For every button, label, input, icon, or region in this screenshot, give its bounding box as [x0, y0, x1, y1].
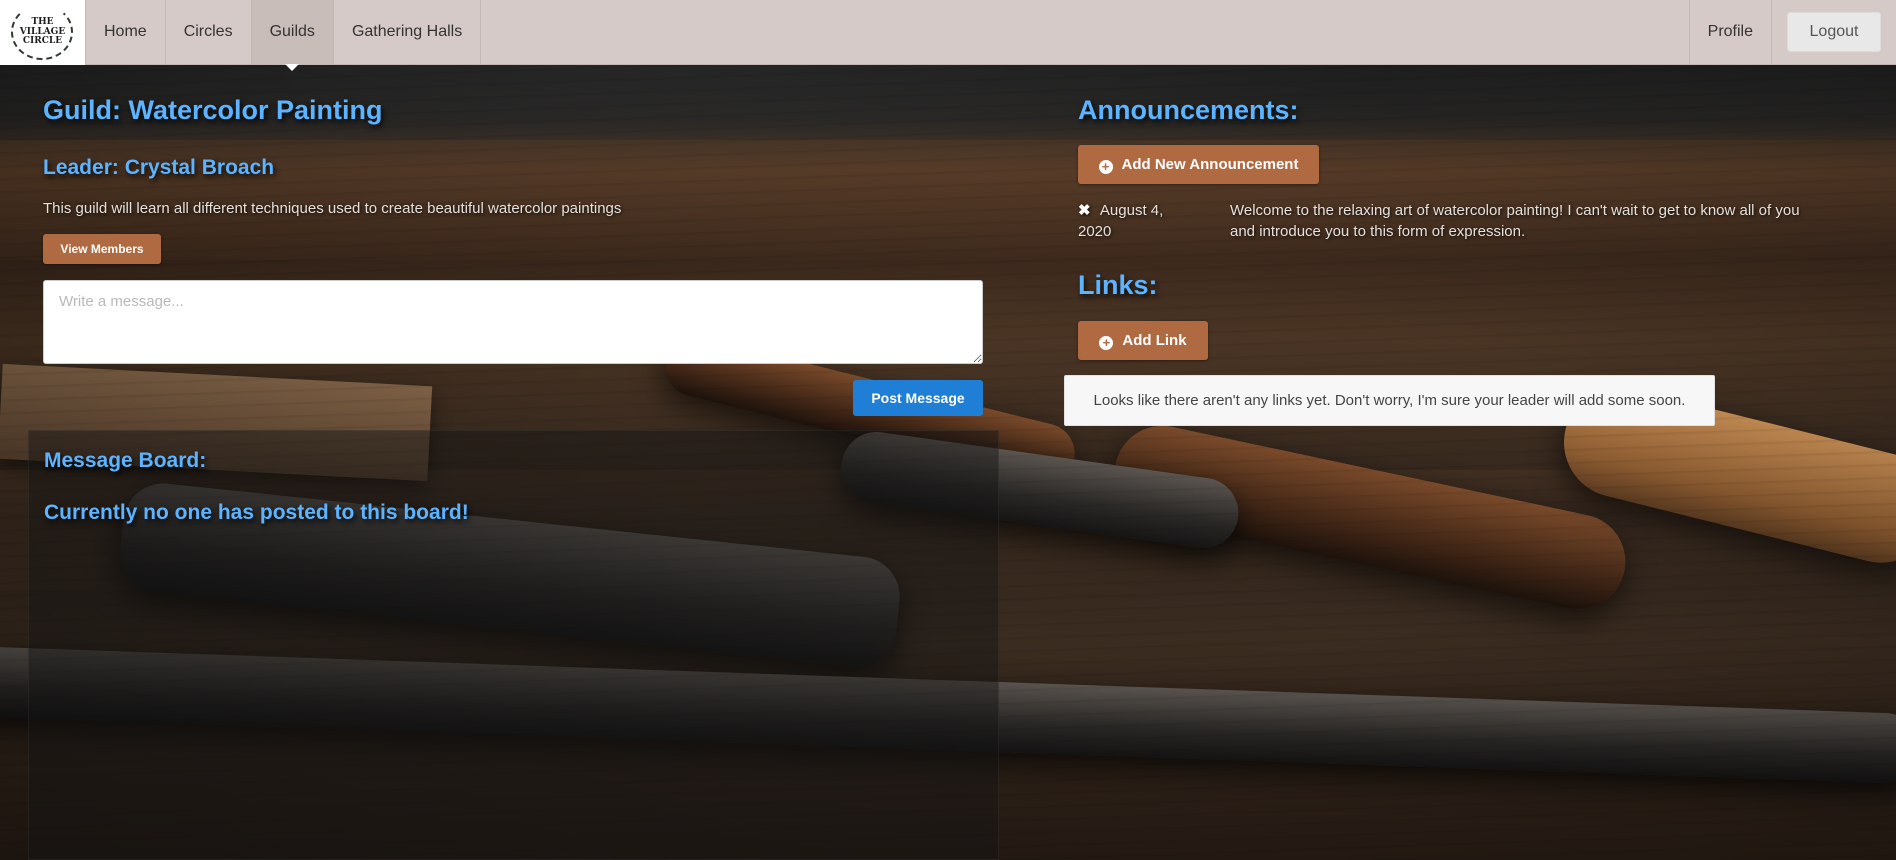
- nav-profile[interactable]: Profile: [1688, 0, 1772, 64]
- post-message-button[interactable]: Post Message: [853, 380, 983, 416]
- logout-button[interactable]: Logout: [1787, 12, 1881, 52]
- message-input[interactable]: [43, 280, 983, 364]
- nav-profile-label: Profile: [1707, 23, 1753, 40]
- add-announcement-label: Add New Announcement: [1121, 155, 1299, 173]
- guild-description: This guild will learn all different tech…: [43, 200, 622, 217]
- message-board-empty-text: Currently no one has posted to this boar…: [44, 501, 469, 524]
- guild-leader: Leader: Crystal Broach: [43, 156, 275, 179]
- view-members-button[interactable]: View Members: [43, 234, 161, 264]
- guild-title: Guild: Watercolor Painting: [43, 95, 383, 125]
- village-circle-logo[interactable]: THE VILLAGE CIRCLE: [0, 0, 85, 65]
- plus-circle-icon: +: [1099, 335, 1114, 350]
- nav-home-label: Home: [104, 23, 147, 40]
- nav-gathering-halls[interactable]: Gathering Halls: [334, 0, 482, 64]
- top-navbar: THE VILLAGE CIRCLE Home Circles Guilds G…: [0, 0, 1896, 71]
- announcement-text: Welcome to the relaxing art of watercolo…: [1230, 202, 1800, 240]
- close-icon[interactable]: ✖: [1078, 202, 1091, 219]
- active-pointer-icon: [285, 64, 300, 71]
- add-link-label: Add Link: [1122, 331, 1187, 349]
- links-empty-notice: Looks like there aren't any links yet. D…: [1064, 375, 1715, 426]
- announcements-title: Announcements:: [1078, 95, 1299, 125]
- nav-gathering-halls-label: Gathering Halls: [351, 23, 463, 40]
- links-empty-text: Looks like there aren't any links yet. D…: [1093, 392, 1686, 409]
- links-title: Links:: [1078, 270, 1158, 300]
- logout-wrapper: Logout: [1772, 0, 1896, 64]
- add-announcement-button[interactable]: + Add New Announcement: [1078, 145, 1319, 184]
- logo-text: THE VILLAGE CIRCLE: [19, 17, 66, 47]
- nav-guilds[interactable]: Guilds: [251, 0, 334, 71]
- nav-guilds-label: Guilds: [269, 23, 315, 40]
- plus-circle-icon: +: [1098, 159, 1113, 174]
- nav-circles[interactable]: Circles: [166, 0, 252, 64]
- nav-circles-label: Circles: [183, 23, 233, 40]
- nav-home[interactable]: Home: [85, 0, 166, 64]
- guild-page-content: Guild: Watercolor Painting Leader: Cryst…: [0, 65, 1896, 860]
- message-board: Message Board: Currently no one has post…: [28, 430, 999, 860]
- announcement-date-cell: ✖ August 4, 2020: [1078, 200, 1188, 242]
- message-board-title: Message Board:: [44, 449, 207, 472]
- add-link-button[interactable]: + Add Link: [1078, 321, 1208, 360]
